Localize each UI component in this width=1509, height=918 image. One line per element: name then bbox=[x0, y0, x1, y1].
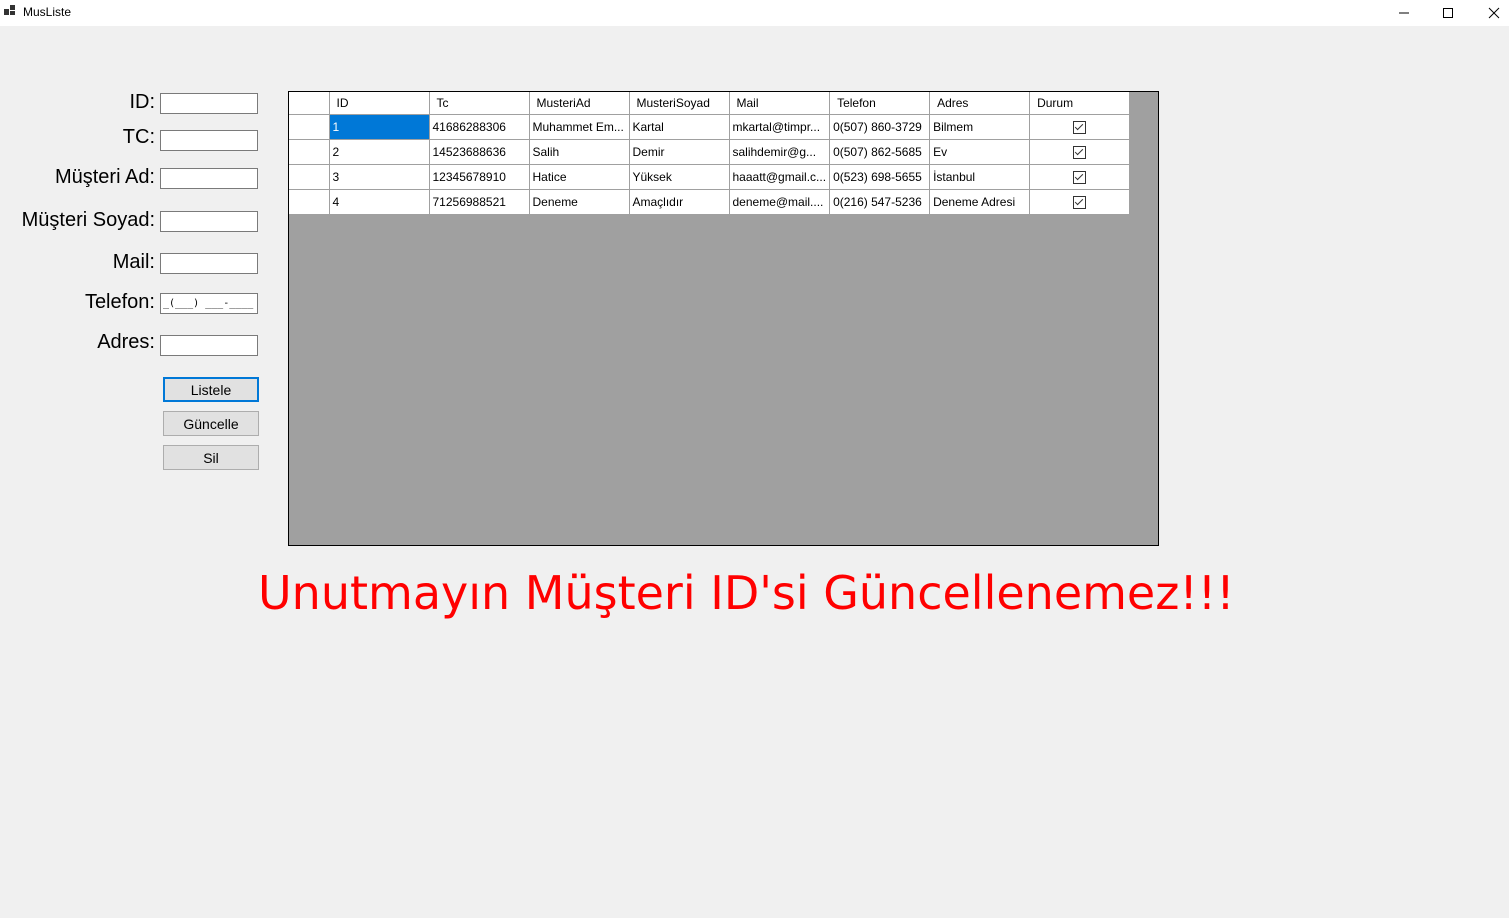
table-row[interactable]: 3 12345678910 Hatice Yüksek haaatt@gmail… bbox=[289, 164, 1131, 190]
telefon-masked-input[interactable]: _(___) ___-____ bbox=[160, 293, 258, 314]
row-header[interactable] bbox=[289, 114, 330, 140]
table-cell[interactable]: Demir bbox=[629, 139, 730, 165]
maximize-icon bbox=[1443, 8, 1453, 18]
tc-input[interactable] bbox=[160, 130, 258, 151]
table-cell[interactable]: 0(507) 862-5685 bbox=[829, 139, 931, 165]
column-header[interactable]: Tc bbox=[429, 92, 530, 115]
guncelle-button[interactable]: Güncelle bbox=[163, 411, 259, 436]
table-cell[interactable]: 14523688636 bbox=[429, 139, 530, 165]
adres-label: Adres: bbox=[97, 331, 155, 353]
row-header[interactable] bbox=[289, 189, 330, 215]
durum-checkbox[interactable] bbox=[1073, 196, 1087, 210]
id-label: ID: bbox=[129, 91, 155, 113]
table-cell[interactable]: 41686288306 bbox=[429, 114, 530, 140]
table-cell[interactable]: Bilmem bbox=[929, 114, 1031, 140]
durum-checkbox[interactable] bbox=[1073, 146, 1087, 160]
table-cell[interactable]: deneme@mail.... bbox=[729, 189, 831, 215]
table-cell[interactable]: Amaçlıdır bbox=[629, 189, 730, 215]
listele-button[interactable]: Listele bbox=[163, 377, 259, 402]
table-cell[interactable]: 12345678910 bbox=[429, 164, 530, 190]
durum-checkbox[interactable] bbox=[1073, 121, 1087, 135]
grid-header-row: ID Tc MusteriAd MusteriSoyad Mail Telefo… bbox=[289, 92, 1131, 115]
durum-checkbox[interactable] bbox=[1073, 171, 1087, 185]
column-header[interactable]: Telefon bbox=[829, 92, 931, 115]
tc-label: TC: bbox=[122, 126, 155, 148]
customer-data-grid[interactable]: ID Tc MusteriAd MusteriSoyad Mail Telefo… bbox=[288, 91, 1159, 546]
durum-cell[interactable] bbox=[1029, 189, 1131, 215]
table-cell[interactable]: 3 bbox=[329, 164, 430, 190]
customer-table: ID Tc MusteriAd MusteriSoyad Mail Telefo… bbox=[289, 92, 1131, 215]
table-cell[interactable]: İstanbul bbox=[929, 164, 1031, 190]
table-cell[interactable]: haaatt@gmail.c... bbox=[729, 164, 831, 190]
table-cell[interactable]: 0(507) 860-3729 bbox=[829, 114, 931, 140]
table-cell[interactable]: Deneme bbox=[529, 189, 630, 215]
telefon-label: Telefon: bbox=[84, 291, 155, 313]
table-cell[interactable]: Ev bbox=[929, 139, 1031, 165]
column-header[interactable]: ID bbox=[329, 92, 430, 115]
table-cell[interactable]: Hatice bbox=[529, 164, 630, 190]
musteri-soyad-input[interactable] bbox=[160, 211, 258, 232]
close-icon bbox=[1488, 7, 1500, 19]
app-icon bbox=[4, 4, 18, 18]
table-cell[interactable]: Deneme Adresi bbox=[929, 189, 1031, 215]
table-cell[interactable]: Salih bbox=[529, 139, 630, 165]
row-header[interactable] bbox=[289, 139, 330, 165]
grid-corner-header[interactable] bbox=[289, 92, 330, 115]
table-cell[interactable]: 4 bbox=[329, 189, 430, 215]
table-cell[interactable]: mkartal@timpr... bbox=[729, 114, 831, 140]
mail-input[interactable] bbox=[160, 253, 258, 274]
minimize-icon bbox=[1399, 12, 1409, 14]
musteri-ad-input[interactable] bbox=[160, 168, 258, 189]
window-title: MusListe bbox=[23, 5, 72, 19]
minimize-button[interactable] bbox=[1381, 0, 1427, 26]
durum-cell[interactable] bbox=[1029, 164, 1131, 190]
table-row[interactable]: 2 14523688636 Salih Demir salihdemir@g..… bbox=[289, 139, 1131, 165]
musteri-soyad-label: Müşteri Soyad: bbox=[21, 209, 155, 231]
table-cell[interactable]: 71256988521 bbox=[429, 189, 530, 215]
column-header[interactable]: Durum bbox=[1029, 92, 1131, 115]
table-cell[interactable]: 0(523) 698-5655 bbox=[829, 164, 931, 190]
table-cell[interactable]: Kartal bbox=[629, 114, 730, 140]
table-cell[interactable]: 1 bbox=[329, 114, 430, 140]
adres-input[interactable] bbox=[160, 335, 258, 356]
row-header[interactable] bbox=[289, 164, 330, 190]
sil-button[interactable]: Sil bbox=[163, 445, 259, 470]
durum-cell[interactable] bbox=[1029, 114, 1131, 140]
musteri-ad-label: Müşteri Ad: bbox=[54, 166, 155, 188]
table-row[interactable]: 4 71256988521 Deneme Amaçlıdır deneme@ma… bbox=[289, 189, 1131, 215]
column-header[interactable]: MusteriSoyad bbox=[629, 92, 730, 115]
table-cell[interactable]: Muhammet Em... bbox=[529, 114, 630, 140]
warning-message: Unutmayın Müşteri ID'si Güncellenemez!!! bbox=[258, 566, 1235, 620]
close-button[interactable] bbox=[1471, 0, 1509, 26]
column-header[interactable]: Adres bbox=[929, 92, 1031, 115]
mail-label: Mail: bbox=[112, 251, 155, 273]
column-header[interactable]: Mail bbox=[729, 92, 831, 115]
table-row[interactable]: 1 41686288306 Muhammet Em... Kartal mkar… bbox=[289, 114, 1131, 140]
title-bar: MusListe bbox=[0, 0, 1509, 26]
table-cell[interactable]: 0(216) 547-5236 bbox=[829, 189, 931, 215]
column-header[interactable]: MusteriAd bbox=[529, 92, 630, 115]
table-cell[interactable]: Yüksek bbox=[629, 164, 730, 190]
durum-cell[interactable] bbox=[1029, 139, 1131, 165]
id-input[interactable] bbox=[160, 93, 258, 114]
table-cell[interactable]: salihdemir@g... bbox=[729, 139, 831, 165]
maximize-button[interactable] bbox=[1425, 0, 1471, 26]
table-cell[interactable]: 2 bbox=[329, 139, 430, 165]
